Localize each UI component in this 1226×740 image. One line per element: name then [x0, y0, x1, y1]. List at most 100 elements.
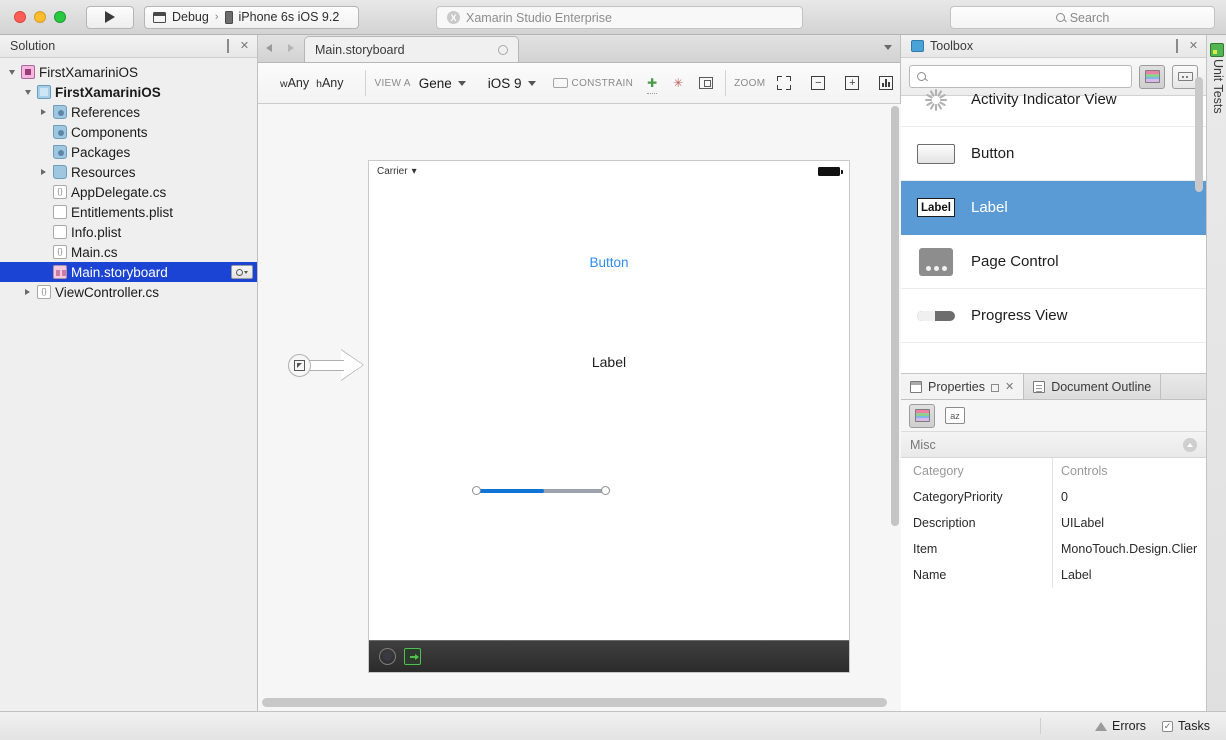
- label-icon: Label: [917, 198, 955, 217]
- selection-handle-left[interactable]: [472, 486, 481, 495]
- tree-row-label: References: [71, 104, 141, 120]
- pin-pad-button[interactable]: [1170, 38, 1183, 53]
- property-value[interactable]: Label: [1053, 568, 1206, 582]
- zoom-out-button[interactable]: −: [807, 72, 829, 94]
- twisty-down-icon[interactable]: [22, 89, 33, 95]
- close-pad-button[interactable]: ✕: [1187, 40, 1200, 53]
- storyboard-canvas[interactable]: Carrier ▾ Button Label: [258, 104, 901, 711]
- tree-row-main-storyboard[interactable]: Main.storyboard: [0, 262, 257, 282]
- size-class-indicator[interactable]: wAny hAny: [266, 76, 357, 90]
- designer-progress-view-control[interactable]: [472, 486, 610, 496]
- scrollbar-thumb[interactable]: [891, 106, 899, 526]
- twisty-right-icon[interactable]: [38, 109, 49, 115]
- property-row[interactable]: Item MonoTouch.Design.Clier: [901, 536, 1206, 562]
- collapse-group-icon[interactable]: [1183, 437, 1197, 452]
- twisty-right-icon[interactable]: [22, 289, 33, 295]
- global-search-input[interactable]: Search: [950, 6, 1215, 29]
- tree-row-references[interactable]: References: [0, 102, 257, 122]
- sort-alphabetically-button[interactable]: az: [945, 407, 965, 424]
- zoom-in-button[interactable]: +: [841, 72, 863, 94]
- property-group-header[interactable]: Misc: [901, 432, 1206, 458]
- tab-document-outline[interactable]: Document Outline: [1024, 374, 1162, 399]
- view-as-dropdown[interactable]: Gene: [419, 76, 466, 91]
- view-controller-scene[interactable]: Carrier ▾ Button Label: [368, 160, 850, 673]
- group-by-category-button[interactable]: [909, 403, 935, 428]
- errors-button[interactable]: Errors: [1095, 719, 1146, 733]
- navigate-forward-button[interactable]: [280, 34, 302, 62]
- tree-row-main-cs[interactable]: {} Main.cs: [0, 242, 257, 262]
- selection-handle-right[interactable]: [601, 486, 610, 495]
- zoom-fit-button[interactable]: [773, 72, 795, 94]
- constrain-rect-button[interactable]: [550, 72, 572, 94]
- page-control-icon: [917, 247, 955, 276]
- add-constraint-button[interactable]: ✚: [641, 72, 663, 94]
- tab-properties[interactable]: Properties ✕: [901, 374, 1025, 399]
- property-value[interactable]: MonoTouch.Design.Clier: [1053, 542, 1206, 556]
- tree-row-entitlements[interactable]: Entitlements.plist: [0, 202, 257, 222]
- os-version-dropdown[interactable]: iOS 9: [488, 76, 536, 91]
- twisty-right-icon[interactable]: [38, 169, 49, 175]
- view-controller-dock-icon[interactable]: [379, 648, 396, 665]
- property-value[interactable]: Controls: [1053, 464, 1206, 478]
- align-button[interactable]: [695, 72, 717, 94]
- property-table: Category Controls CategoryPriority 0 Des…: [901, 458, 1206, 588]
- toolbox-item-list[interactable]: Activity Indicator View Button Label Lab…: [901, 73, 1206, 373]
- close-window-button[interactable]: [14, 11, 26, 23]
- status-bar: Errors ✓ Tasks: [0, 711, 1226, 740]
- close-tab-icon[interactable]: [498, 44, 508, 55]
- close-pad-button[interactable]: ✕: [1005, 380, 1014, 393]
- property-row[interactable]: Name Label: [901, 562, 1206, 588]
- entry-point-icon: [294, 360, 305, 371]
- minimize-window-button[interactable]: [34, 11, 46, 23]
- scrollbar-thumb[interactable]: [262, 698, 887, 707]
- toolbox-scrollbar-thumb[interactable]: [1195, 77, 1203, 192]
- tab-list-chevron-icon[interactable]: [884, 45, 892, 50]
- zoom-actual-button[interactable]: [875, 72, 897, 94]
- size-class-height-value: Any: [321, 76, 344, 90]
- toolbox-item-page-control[interactable]: Page Control: [901, 235, 1206, 289]
- canvas-vertical-scrollbar[interactable]: [890, 106, 900, 691]
- designer-toolbar: wAny hAny VIEW A Gene iOS 9 CONSTRAIN ✚ …: [258, 63, 900, 715]
- categories-icon: [914, 409, 930, 422]
- property-row[interactable]: Category Controls: [901, 458, 1206, 484]
- unit-tests-side-tab[interactable]: Unit Tests: [1206, 35, 1226, 711]
- designer-label-control[interactable]: Label: [369, 354, 849, 370]
- clear-constraint-button[interactable]: ✳: [258, 72, 900, 715]
- tree-row-solution[interactable]: FirstXamariniOS: [0, 62, 257, 82]
- run-button[interactable]: [86, 5, 134, 29]
- property-row[interactable]: Description UILabel: [901, 510, 1206, 536]
- property-row[interactable]: CategoryPriority 0: [901, 484, 1206, 510]
- search-placeholder: Search: [1069, 10, 1110, 25]
- toolbox-item-button[interactable]: Button: [901, 127, 1206, 181]
- toolbox-item-progress-view[interactable]: Progress View: [901, 289, 1206, 343]
- maximize-window-button[interactable]: [54, 11, 66, 23]
- exit-dock-icon[interactable]: [404, 648, 421, 665]
- toolbox-item-activity-indicator-view[interactable]: Activity Indicator View: [901, 73, 1206, 127]
- canvas-horizontal-scrollbar[interactable]: [262, 697, 887, 708]
- tree-row-label: Entitlements.plist: [71, 204, 174, 220]
- designer-button-control[interactable]: Button: [369, 255, 849, 270]
- navigate-back-button[interactable]: [258, 34, 280, 62]
- tree-row-appdelegate[interactable]: {} AppDelegate.cs: [0, 182, 257, 202]
- arrow-tail: [306, 360, 344, 371]
- tree-row-resources[interactable]: Resources: [0, 162, 257, 182]
- canvas-surface[interactable]: Carrier ▾ Button Label: [258, 104, 889, 693]
- tree-row-components[interactable]: Components: [0, 122, 257, 142]
- tree-row-packages[interactable]: Packages: [0, 142, 257, 162]
- pin-pad-button[interactable]: [221, 38, 234, 53]
- property-value[interactable]: 0: [1053, 490, 1206, 504]
- os-version-value: iOS 9: [487, 75, 522, 91]
- row-options-gear-button[interactable]: [231, 265, 253, 279]
- tree-row-info-plist[interactable]: Info.plist: [0, 222, 257, 242]
- tree-row-viewcontroller[interactable]: {} ViewController.cs: [0, 282, 257, 302]
- run-configuration-selector[interactable]: Debug › iPhone 6s iOS 9.2: [144, 5, 359, 29]
- close-pad-button[interactable]: ✕: [238, 40, 251, 53]
- property-value[interactable]: UILabel: [1053, 516, 1206, 530]
- twisty-down-icon[interactable]: [6, 69, 17, 75]
- pin-pad-button[interactable]: [990, 383, 999, 392]
- tree-row-project[interactable]: FirstXamariniOS: [0, 82, 257, 102]
- toolbox-item-label[interactable]: Label Label: [901, 181, 1206, 235]
- tasks-button[interactable]: ✓ Tasks: [1162, 719, 1210, 733]
- document-tab-main-storyboard[interactable]: Main.storyboard: [304, 36, 519, 62]
- size-class-width-prefix: w: [280, 78, 288, 90]
